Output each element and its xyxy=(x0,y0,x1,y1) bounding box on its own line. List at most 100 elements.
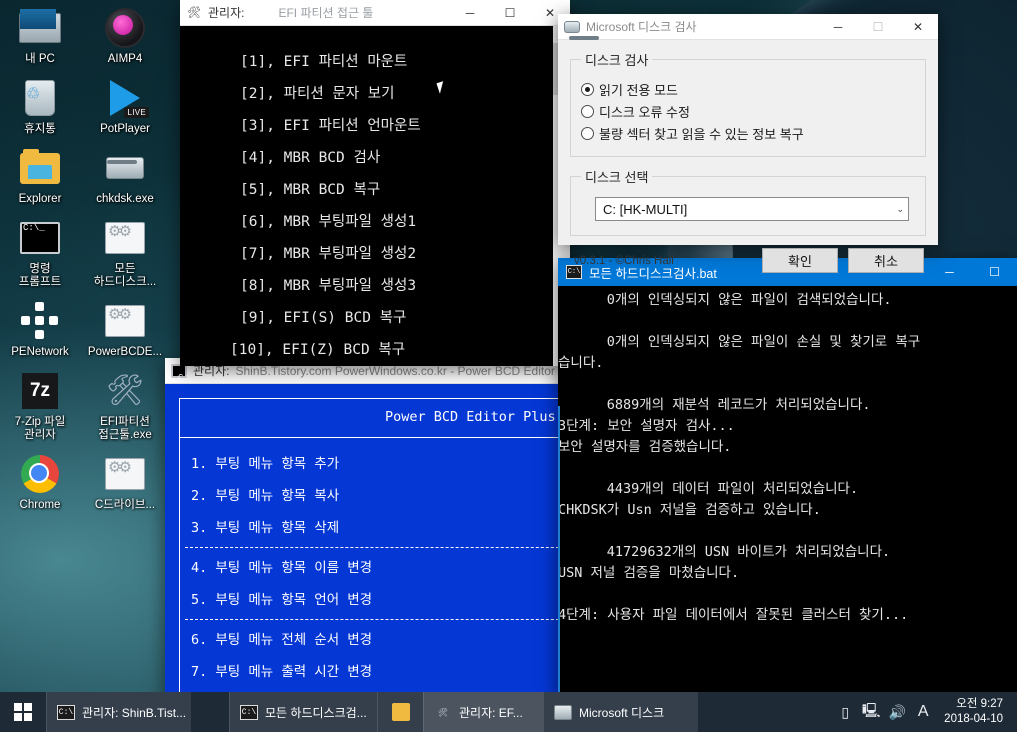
taskbar-item-explorer[interactable] xyxy=(377,692,423,732)
bcd-menu-item-3[interactable]: 3. 부팅 메뉴 항목 삭제 xyxy=(191,516,339,536)
disk-check-close-button[interactable]: ✕ xyxy=(898,14,938,40)
disk-select-value: C: [HK-MULTI] xyxy=(603,201,688,217)
disk-check-titlebar[interactable]: Microsoft 디스크 검사 ─ ☐ ✕ xyxy=(558,14,938,40)
efi-maximize-button[interactable]: ☐ xyxy=(490,0,530,26)
taskbar-item-power-bcd[interactable]: C:\ 관리자: ShinB.Tist... xyxy=(46,692,191,732)
radio-fix-disk-errors[interactable]: 디스크 오류 수정 xyxy=(581,102,915,121)
wrench-icon: 🛠 xyxy=(437,707,449,717)
clock-time: 오전 9:27 xyxy=(956,698,1003,710)
desktop-icon-penetwork[interactable]: PENetwork xyxy=(0,293,80,363)
desktop-icon-chkdsk-exe[interactable]: chkdsk.exe xyxy=(85,140,165,210)
efi-minimize-button[interactable]: ─ xyxy=(450,0,490,26)
efi-menu-item-5[interactable]: [5], MBR BCD 복구 xyxy=(180,174,570,206)
clock[interactable]: 오전 9:27 2018-04-10 xyxy=(936,697,1009,727)
desktop-icon-label: C드라이브... xyxy=(94,499,156,511)
desktop-icon-recycle-bin[interactable]: 휴지통 xyxy=(0,70,80,140)
efi-partition-tool-window[interactable]: 🛠 관리자: EFI 파티션 접근 툴 ─ ☐ ✕ [1], EFI 파티션 마… xyxy=(180,0,570,366)
desktop-icon-powerbcde[interactable]: PowerBCDE... xyxy=(85,293,165,363)
efi-menu-item-9[interactable]: [9], EFI(S) BCD 복구 xyxy=(180,302,570,334)
efi-menu-item-10[interactable]: [10], EFI(Z) BCD 복구 xyxy=(180,334,570,366)
cancel-button[interactable]: 취소 xyxy=(848,248,924,273)
chevron-down-icon[interactable]: ⌄ xyxy=(896,204,904,215)
disk-check-footer: v0.3.1 - ©Chris Hall 확인 취소 xyxy=(570,246,926,273)
desktop-icon-chrome[interactable]: Chrome xyxy=(0,446,80,516)
start-button[interactable] xyxy=(0,692,46,732)
efi-menu-item-1[interactable]: [1], EFI 파티션 마운트 xyxy=(180,46,570,78)
bcd-menu-item-2[interactable]: 2. 부팅 메뉴 항목 복사 xyxy=(191,484,339,504)
desktop-icon-efi-partition-tool[interactable]: 🛠 EFI파티션 접근툴.exe xyxy=(85,363,165,446)
desktop-icon-my-pc[interactable]: 내 PC xyxy=(0,0,80,70)
radio-button-icon[interactable] xyxy=(581,105,594,118)
chkdsk-output-line: 보안 설명자를 검증했습니다. xyxy=(558,439,732,455)
radio-recover-bad-sectors[interactable]: 불량 섹터 찾고 읽을 수 있는 정보 복구 xyxy=(581,124,915,143)
efi-menu-item-3[interactable]: [3], EFI 파티션 언마운트 xyxy=(180,110,570,142)
chkdsk-output-line: 0개의 인덱싱되지 않은 파일이 검색되었습니다. xyxy=(558,292,892,308)
system-tray: ▯ 🖳 🔊 A 오전 9:27 2018-04-10 xyxy=(832,692,1017,732)
window-edge-highlight xyxy=(558,406,560,698)
efi-menu-item-4[interactable]: [4], MBR BCD 검사 xyxy=(180,142,570,174)
efi-menu-item-6[interactable]: [6], MBR 부팅파일 생성1 xyxy=(180,206,570,238)
chkdsk-bat-window[interactable]: C:\ 모든 하드디스크검사.bat ─ ☐ 0개의 인덱싱되지 않은 파일이 … xyxy=(558,258,1017,698)
power-bcd-editor-window[interactable]: 관리자: ShinB.Tistory.com PowerWindows.co.k… xyxy=(165,358,565,703)
efi-titlebar[interactable]: 🛠 관리자: EFI 파티션 접근 툴 ─ ☐ ✕ xyxy=(180,0,570,26)
chkdsk-output-line: USN 저널 검증을 마쳤습니다. xyxy=(558,565,740,581)
desktop-icon-command-prompt[interactable]: 명령 프롬프트 xyxy=(0,210,80,293)
bcd-menu-item-5[interactable]: 5. 부팅 메뉴 항목 언어 변경 xyxy=(191,588,372,608)
desktop-icon-c-drive[interactable]: C드라이브... xyxy=(85,446,165,516)
efi-menu-item-8[interactable]: [8], MBR 부팅파일 생성3 xyxy=(180,270,570,302)
desktop-icon-explorer[interactable]: Explorer xyxy=(0,140,80,210)
bcd-menu-item-4[interactable]: 4. 부팅 메뉴 항목 이름 변경 xyxy=(191,556,372,576)
ok-button[interactable]: 확인 xyxy=(762,248,838,273)
chkdsk-maximize-button[interactable]: ☐ xyxy=(972,258,1017,286)
desktop-icon-label: 명령 프롬프트 xyxy=(18,263,62,288)
command-prompt-icon xyxy=(18,216,62,260)
efi-menu-item-2[interactable]: [2], 파티션 문자 보기 xyxy=(180,78,570,110)
bcd-menu-item-6[interactable]: 6. 부팅 메뉴 전체 순서 변경 xyxy=(191,628,372,648)
bcd-header-text: Power BCD Editor Plus ( xyxy=(385,409,565,425)
chkdsk-console-body: 0개의 인덱싱되지 않은 파일이 검색되었습니다. 0개의 인덱싱되지 않은 파… xyxy=(558,286,1017,698)
desktop-icon-7zip[interactable]: 7-Zip 파일 관리자 xyxy=(0,363,80,446)
desktop-icon-label: 휴지통 xyxy=(24,123,56,135)
taskbar-item-efi-tool[interactable]: 🛠 관리자: EF... xyxy=(423,692,543,732)
desktop-icon-aimp4[interactable]: AIMP4 xyxy=(85,0,165,70)
desktop-icon-label: Explorer xyxy=(18,193,62,205)
chkdsk-minimize-button[interactable]: ─ xyxy=(927,258,972,286)
desktop-icon-potplayer[interactable]: LIVE PotPlayer xyxy=(85,70,165,140)
disk-check-minimize-button[interactable]: ─ xyxy=(818,14,858,40)
desktop-icon-label: 7-Zip 파일 관리자 xyxy=(14,416,66,441)
radio-read-only-mode[interactable]: 읽기 전용 모드 xyxy=(581,80,915,99)
chkdsk-output-line xyxy=(558,584,1017,605)
desktop-icon-label: Chrome xyxy=(19,499,61,511)
radio-button-icon[interactable] xyxy=(581,83,594,96)
desktop: 내 PC AIMP4 휴지통 LIVE PotPlayer Explorer c… xyxy=(0,0,1017,732)
harddisk-icon xyxy=(554,704,572,720)
gears-icon xyxy=(103,299,147,343)
chkdsk-output-line: 습니다. xyxy=(558,355,604,371)
input-language-icon[interactable]: A xyxy=(910,692,936,732)
volume-icon[interactable]: 🔊 xyxy=(884,692,910,732)
command-prompt-icon: C:\ xyxy=(57,704,75,720)
usb-safely-remove-icon[interactable]: ▯ xyxy=(832,692,858,732)
bcd-menu-item-7[interactable]: 7. 부팅 메뉴 출력 시간 변경 xyxy=(191,660,372,680)
chkdsk-output-line: 6889개의 재분석 레코드가 처리되었습니다. xyxy=(558,397,871,413)
computer-icon xyxy=(18,6,62,50)
taskbar-item-microsoft-disk[interactable]: Microsoft 디스크 xyxy=(543,692,698,732)
taskbar-item-label: 모든 하드디스크검... xyxy=(265,705,367,720)
network-icon[interactable]: 🖳 xyxy=(858,692,884,732)
efi-menu-item-7[interactable]: [7], MBR 부팅파일 생성2 xyxy=(180,238,570,270)
bcd-menu-item-1[interactable]: 1. 부팅 메뉴 항목 추가 xyxy=(191,452,339,472)
gears-icon xyxy=(103,452,147,496)
chkdsk-output-line xyxy=(558,458,1017,479)
radio-button-icon[interactable] xyxy=(581,127,594,140)
bcd-separator-1 xyxy=(185,547,565,548)
desktop-icon-label: 모든 하드디스크... xyxy=(93,263,157,288)
harddisk-icon xyxy=(564,20,599,40)
chkdsk-output-line xyxy=(558,521,1017,542)
chkdsk-output-line: 3단계: 보안 설명자 검사... xyxy=(558,418,735,434)
taskbar-item-all-harddisk-check[interactable]: C:\ 모든 하드디스크검... xyxy=(229,692,377,732)
wrench-icon: 🛠 xyxy=(187,7,201,19)
desktop-icon-all-harddisk[interactable]: 모든 하드디스크... xyxy=(85,210,165,293)
microsoft-disk-check-dialog[interactable]: Microsoft 디스크 검사 ─ ☐ ✕ 디스크 검사 읽기 전용 모드 디… xyxy=(558,14,938,273)
disk-select-dropdown[interactable]: C: [HK-MULTI] ⌄ xyxy=(595,197,909,221)
chrome-icon xyxy=(18,452,62,496)
